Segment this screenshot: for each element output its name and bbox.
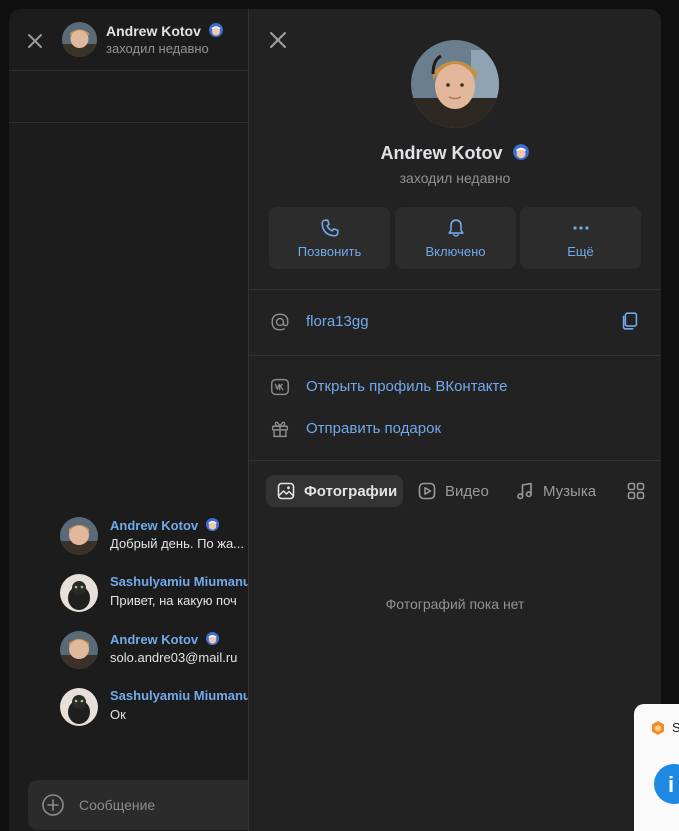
username-text: flora13gg	[306, 313, 369, 330]
close-icon[interactable]	[23, 29, 47, 53]
message-author[interactable]: Andrew Kotov	[110, 517, 220, 533]
send-gift-link[interactable]: Отправить подарок	[269, 415, 642, 443]
link-label: Отправить подарок	[306, 420, 442, 437]
message-input[interactable]	[79, 794, 239, 816]
divider	[249, 355, 661, 356]
app-logo-icon	[652, 721, 664, 735]
more-button[interactable]: Ещё	[520, 207, 641, 269]
tab-video[interactable]: Видео	[407, 475, 503, 507]
emoji-icon	[512, 144, 529, 160]
notifications-button[interactable]: Включено	[395, 207, 516, 269]
profile-actions: Позвонить Включено Ещё	[269, 207, 642, 269]
action-label: Ещё	[567, 244, 594, 259]
message-author[interactable]: Andrew Kotov	[110, 631, 220, 647]
profile-avatar[interactable]	[411, 40, 499, 128]
gift-icon	[271, 421, 289, 438]
info-icon: i	[668, 772, 675, 797]
close-icon[interactable]	[265, 27, 291, 53]
at-icon	[271, 313, 289, 331]
divider	[249, 289, 661, 290]
divider	[249, 460, 661, 461]
tab-apps[interactable]	[616, 475, 656, 507]
add-attachment-icon[interactable]	[41, 793, 65, 817]
emoji-icon	[205, 631, 219, 646]
photo-icon	[277, 482, 295, 500]
avatar[interactable]	[60, 574, 98, 612]
chat-title[interactable]: Andrew Kotov	[106, 22, 224, 39]
tab-label: Музыка	[543, 483, 597, 500]
username-row[interactable]: flora13gg	[269, 308, 642, 336]
message-text: Привет, на какую поч	[110, 593, 237, 608]
avatar[interactable]	[62, 22, 97, 57]
emoji-icon	[208, 23, 223, 37]
message-author[interactable]: Sashulyamiu Miumanu	[110, 688, 251, 703]
message-text: Добрый день. По жа...	[110, 536, 245, 551]
action-label: Позвонить	[297, 244, 362, 259]
profile-name-text: Andrew Kotov	[380, 143, 503, 163]
copy-icon[interactable]	[619, 310, 641, 332]
message-author-name: Andrew Kotov	[110, 632, 199, 647]
info-button[interactable]: i	[654, 764, 679, 804]
call-button[interactable]: Позвонить	[269, 207, 390, 269]
tab-label: Фотографии	[304, 483, 398, 500]
profile-status: заходил недавно	[399, 170, 511, 186]
empty-photos-message: Фотографий пока нет	[385, 596, 525, 612]
link-label: Открыть профиль ВКонтакте	[306, 378, 508, 395]
notification-popup[interactable]: S i	[634, 704, 679, 831]
message-author[interactable]: Sashulyamiu Miumanu	[110, 574, 251, 589]
page: Andrew Kotov заходил недавно Andrew Koto…	[0, 0, 679, 831]
bell-icon	[448, 219, 464, 237]
music-icon	[517, 482, 532, 500]
message-text[interactable]: solo.andre03@mail.ru	[110, 650, 237, 665]
notification-text: S	[672, 720, 679, 735]
message-author-name: Andrew Kotov	[110, 518, 199, 533]
profile-name: Andrew Kotov	[249, 143, 661, 164]
more-icon	[573, 226, 589, 230]
tab-music[interactable]: Музыка	[505, 475, 615, 507]
chat-status: заходил недавно	[106, 41, 209, 56]
open-vk-profile-link[interactable]: Открыть профиль ВКонтакте	[269, 373, 642, 401]
chat-name: Andrew Kotov	[106, 23, 201, 39]
vk-icon	[271, 378, 289, 396]
avatar[interactable]	[60, 517, 98, 555]
phone-icon	[321, 219, 339, 237]
emoji-icon	[205, 517, 219, 532]
video-icon	[418, 482, 436, 500]
tab-label: Видео	[445, 483, 489, 500]
media-tabs: Фотографии Видео Музыка	[266, 475, 661, 507]
tab-photos[interactable]: Фотографии	[266, 475, 403, 507]
action-label: Включено	[425, 244, 486, 259]
avatar[interactable]	[60, 631, 98, 669]
profile-panel: Andrew Kotov заходил недавно Позвонить В…	[248, 9, 661, 831]
message-text: Ок	[110, 707, 126, 722]
apps-icon	[627, 482, 645, 500]
avatar[interactable]	[60, 688, 98, 726]
